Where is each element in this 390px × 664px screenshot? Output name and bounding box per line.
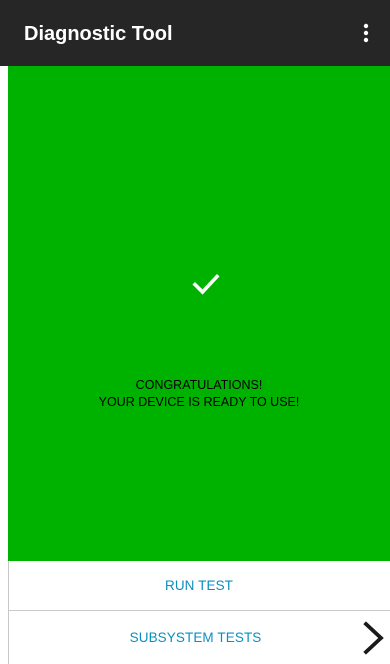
status-message-line-2: YOUR DEVICE IS READY TO USE!: [98, 395, 300, 409]
status-panel: [8, 66, 390, 561]
app-bar: Diagnostic Tool: [0, 0, 390, 66]
check-icon: [192, 273, 220, 295]
status-message: CONGRATULATIONS! YOUR DEVICE IS READY TO…: [8, 377, 390, 411]
subsystem-tests-label: SUBSYSTEM TESTS: [129, 630, 262, 645]
subsystem-tests-button[interactable]: SUBSYSTEM TESTS: [8, 611, 390, 664]
status-message-line-1: CONGRATULATIONS!: [135, 378, 263, 392]
chevron-right-icon[interactable]: [362, 620, 386, 656]
more-vertical-icon: [363, 23, 369, 43]
diagnostic-app: Diagnostic Tool CONGRATULATIONS! YOUR DE…: [0, 0, 390, 664]
run-test-label: RUN TEST: [164, 578, 234, 593]
run-test-button[interactable]: RUN TEST: [8, 561, 390, 611]
app-title: Diagnostic Tool: [24, 23, 173, 45]
left-margin: [0, 66, 8, 664]
divider: [8, 561, 9, 664]
overflow-menu-button[interactable]: [350, 17, 382, 49]
